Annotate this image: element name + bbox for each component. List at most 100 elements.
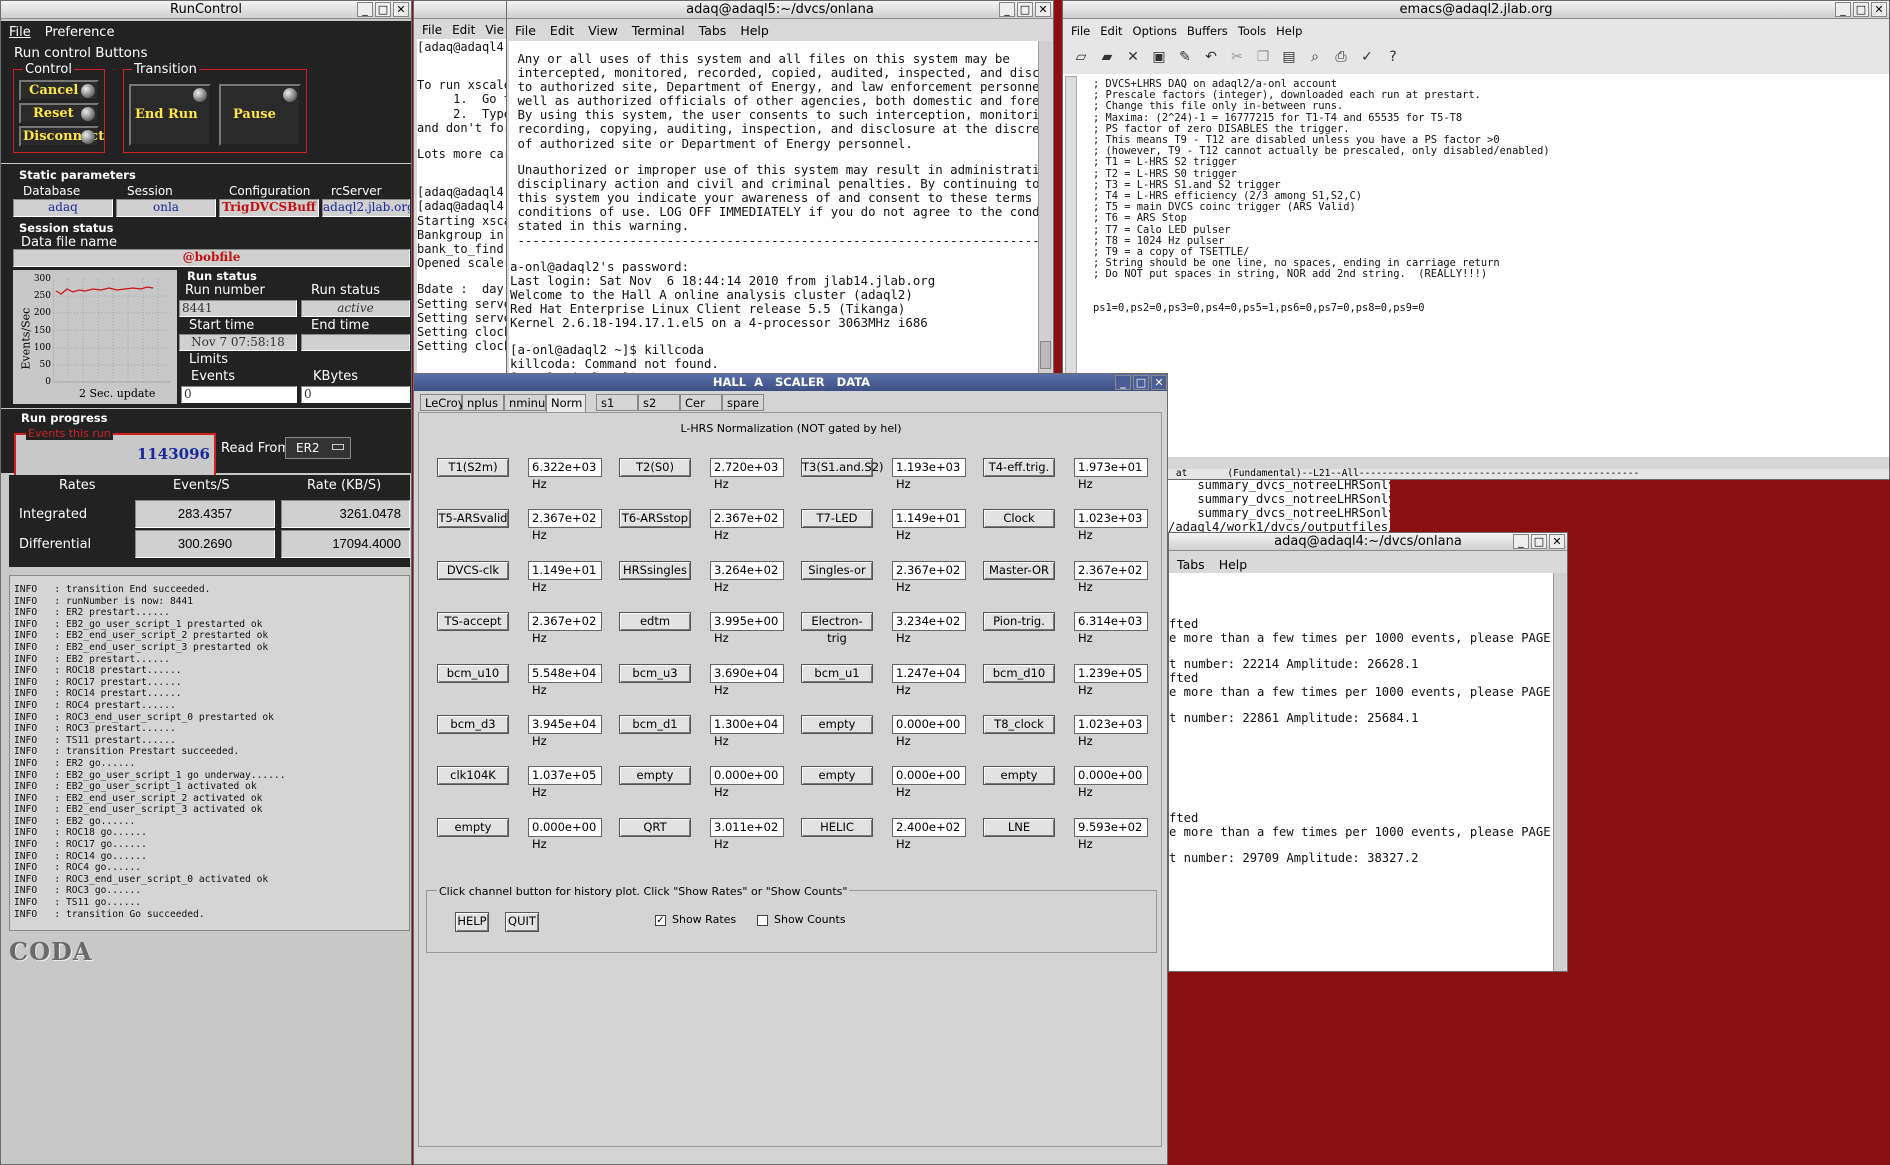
emacs-text[interactable]: ; DVCS+LHRS DAQ on adaql2/a-onl account;… [1093, 78, 1550, 314]
channel-button-clock[interactable]: Clock [983, 509, 1055, 529]
channel-button-bcm-d3[interactable]: bcm_d3 [437, 715, 509, 734]
save-as-icon[interactable]: ✎ [1177, 49, 1193, 65]
new-file-icon[interactable]: ▱ [1073, 49, 1089, 65]
menu-preference[interactable]: Preference [45, 25, 115, 40]
cut-icon[interactable]: ✂ [1229, 49, 1245, 65]
open-folder-icon[interactable]: ▰ [1099, 49, 1115, 65]
menu-terminal[interactable]: Terminal [632, 23, 685, 38]
minimize-icon[interactable]: _ [999, 2, 1015, 17]
copy-icon[interactable]: ❐ [1255, 49, 1271, 65]
menu-tools[interactable]: Tools [1238, 24, 1266, 38]
menu-file[interactable]: File [1071, 24, 1090, 38]
close-icon[interactable]: ✕ [393, 2, 409, 17]
channel-button-electron-trig[interactable]: Electron-trig [801, 612, 873, 645]
tab-nplus[interactable]: nplus [462, 394, 504, 411]
maximize-icon[interactable]: □ [1017, 2, 1033, 17]
channel-button-qrt[interactable]: QRT [619, 817, 691, 837]
emacs-buffer[interactable]: ; DVCS+LHRS DAQ on adaql2/a-onl account;… [1063, 74, 1889, 466]
terminal2-scrollbar[interactable] [1038, 41, 1052, 375]
kbytes-limit-input[interactable]: 0 [301, 386, 410, 403]
tab-cer[interactable]: Cer [680, 394, 722, 411]
menu-help[interactable]: Help [1219, 557, 1248, 572]
channel-button-bcm-u3[interactable]: bcm_u3 [619, 663, 691, 683]
terminal1-titlebar[interactable] [414, 1, 507, 19]
maximize-icon[interactable]: □ [1531, 534, 1547, 549]
terminal2-titlebar[interactable]: adaq@adaql5:~/dvcs/onlana _ □ ✕ [507, 1, 1053, 19]
tab-nminus[interactable]: nminus [504, 394, 551, 411]
channel-button-bcm-u1[interactable]: bcm_u1 [801, 663, 873, 683]
channel-button-t6-arsstop[interactable]: T6-ARSstop [619, 509, 691, 529]
file-list-output[interactable]: summary_dvcs_notreeLHRSonly_7093.log sum… [1168, 480, 1390, 532]
close-icon[interactable]: ✕ [1035, 2, 1051, 17]
tab-spare[interactable]: spare [722, 394, 764, 411]
tab-lecroy[interactable]: LeCroy [420, 394, 465, 411]
close-icon[interactable]: ✕ [1151, 375, 1167, 390]
maximize-icon[interactable]: □ [375, 2, 391, 17]
channel-button-t7-led[interactable]: T7-LED [801, 509, 873, 529]
search-icon[interactable]: ⌕ [1307, 49, 1323, 65]
minimize-icon[interactable]: _ [1513, 534, 1529, 549]
channel-button-dvcs-clk[interactable]: DVCS-clk [437, 560, 509, 580]
menu-tabs[interactable]: Tabs [699, 23, 727, 38]
tab-s2[interactable]: s2 [638, 394, 680, 411]
minimize-icon[interactable]: _ [1115, 375, 1131, 390]
channel-button-empty[interactable]: empty [801, 715, 873, 734]
close-icon[interactable]: ✕ [1871, 2, 1887, 17]
menu-view[interactable]: View [588, 23, 618, 38]
save-icon[interactable]: ▣ [1151, 49, 1167, 65]
menu-tabs[interactable]: Tabs [1177, 557, 1205, 572]
menu-edit[interactable]: Edit [452, 23, 475, 37]
menu-buffers[interactable]: Buffers [1187, 24, 1228, 38]
read-from-select[interactable]: ER2 [285, 437, 351, 459]
channel-button-t8-clock[interactable]: T8_clock [983, 715, 1055, 734]
channel-button-bcm-d1[interactable]: bcm_d1 [619, 715, 691, 734]
channel-button-bcm-u10[interactable]: bcm_u10 [437, 663, 509, 683]
events-limit-input[interactable]: 0 [181, 386, 297, 403]
channel-button-t1-s2m-[interactable]: T1(S2m) [437, 458, 509, 477]
scaler-titlebar[interactable]: HALL A SCALER DATA _ □ ✕ [414, 374, 1167, 391]
print-icon[interactable]: ⎙ [1333, 49, 1349, 65]
preferences-icon[interactable]: ✓ [1359, 49, 1375, 65]
channel-button-master-or[interactable]: Master-OR [983, 560, 1055, 580]
minimize-icon[interactable]: _ [357, 2, 373, 17]
help-button[interactable]: HELP [455, 912, 489, 932]
channel-button-t2-s0-[interactable]: T2(S0) [619, 458, 691, 477]
menu-file[interactable]: File [515, 23, 536, 38]
terminal4-output[interactable]: fted e more than a few times per 1000 eve… [1169, 573, 1555, 971]
channel-button-bcm-d10[interactable]: bcm_d10 [983, 663, 1055, 683]
emacs-titlebar[interactable]: emacs@adaql2.jlab.org _ □ ✕ [1063, 1, 1889, 19]
menu-file[interactable]: File [9, 25, 31, 40]
channel-button-lne[interactable]: LNE [983, 817, 1055, 837]
terminal4-scrollbar[interactable] [1553, 573, 1566, 971]
tab-norm[interactable]: Norm [546, 394, 586, 413]
minimize-icon[interactable]: _ [1835, 2, 1851, 17]
menu-help[interactable]: Help [1276, 24, 1302, 38]
runcontrol-titlebar[interactable]: RunControl _ □ ✕ [1, 1, 411, 19]
channel-button-clk104k[interactable]: clk104K [437, 766, 509, 786]
terminal4-titlebar[interactable]: adaq@adaql4:~/dvcs/onlana _ □ ✕ [1169, 533, 1567, 551]
show-counts-checkbox[interactable] [757, 915, 768, 926]
tab-s1[interactable]: s1 [596, 394, 638, 411]
channel-button-pion-trig-[interactable]: Pion-trig. [983, 612, 1055, 632]
maximize-icon[interactable]: □ [1853, 2, 1869, 17]
terminal1-output[interactable]: [adaq@adaql4 To run xscale 1. Go t 2. Typ… [417, 39, 507, 379]
channel-button-ts-accept[interactable]: TS-accept [437, 612, 509, 632]
undo-icon[interactable]: ↶ [1203, 49, 1219, 65]
menu-file[interactable]: File [422, 23, 442, 37]
terminal2-output[interactable]: Any or all uses of this system and all f… [509, 41, 1039, 375]
quit-button[interactable]: QUIT [505, 912, 539, 932]
menu-edit[interactable]: Edit [1100, 24, 1122, 38]
channel-button-empty[interactable]: empty [619, 766, 691, 786]
menu-edit[interactable]: Edit [550, 23, 574, 38]
close-buffer-icon[interactable]: ✕ [1125, 49, 1141, 65]
channel-button-hrssingles[interactable]: HRSsingles [619, 560, 691, 580]
channel-button-t4-eff-trig-[interactable]: T4-eff.trig. [983, 458, 1055, 477]
scroll-thumb[interactable] [1040, 341, 1051, 369]
help-icon[interactable]: ? [1385, 49, 1401, 65]
maximize-icon[interactable]: □ [1133, 375, 1149, 390]
channel-button-edtm[interactable]: edtm [619, 612, 691, 632]
channel-button-empty[interactable]: empty [437, 817, 509, 837]
menu-help[interactable]: Help [740, 23, 769, 38]
menu-view[interactable]: Vie [485, 23, 504, 37]
channel-button-t3-s1-and-s2-[interactable]: T3(S1.and.S2) [801, 458, 884, 477]
